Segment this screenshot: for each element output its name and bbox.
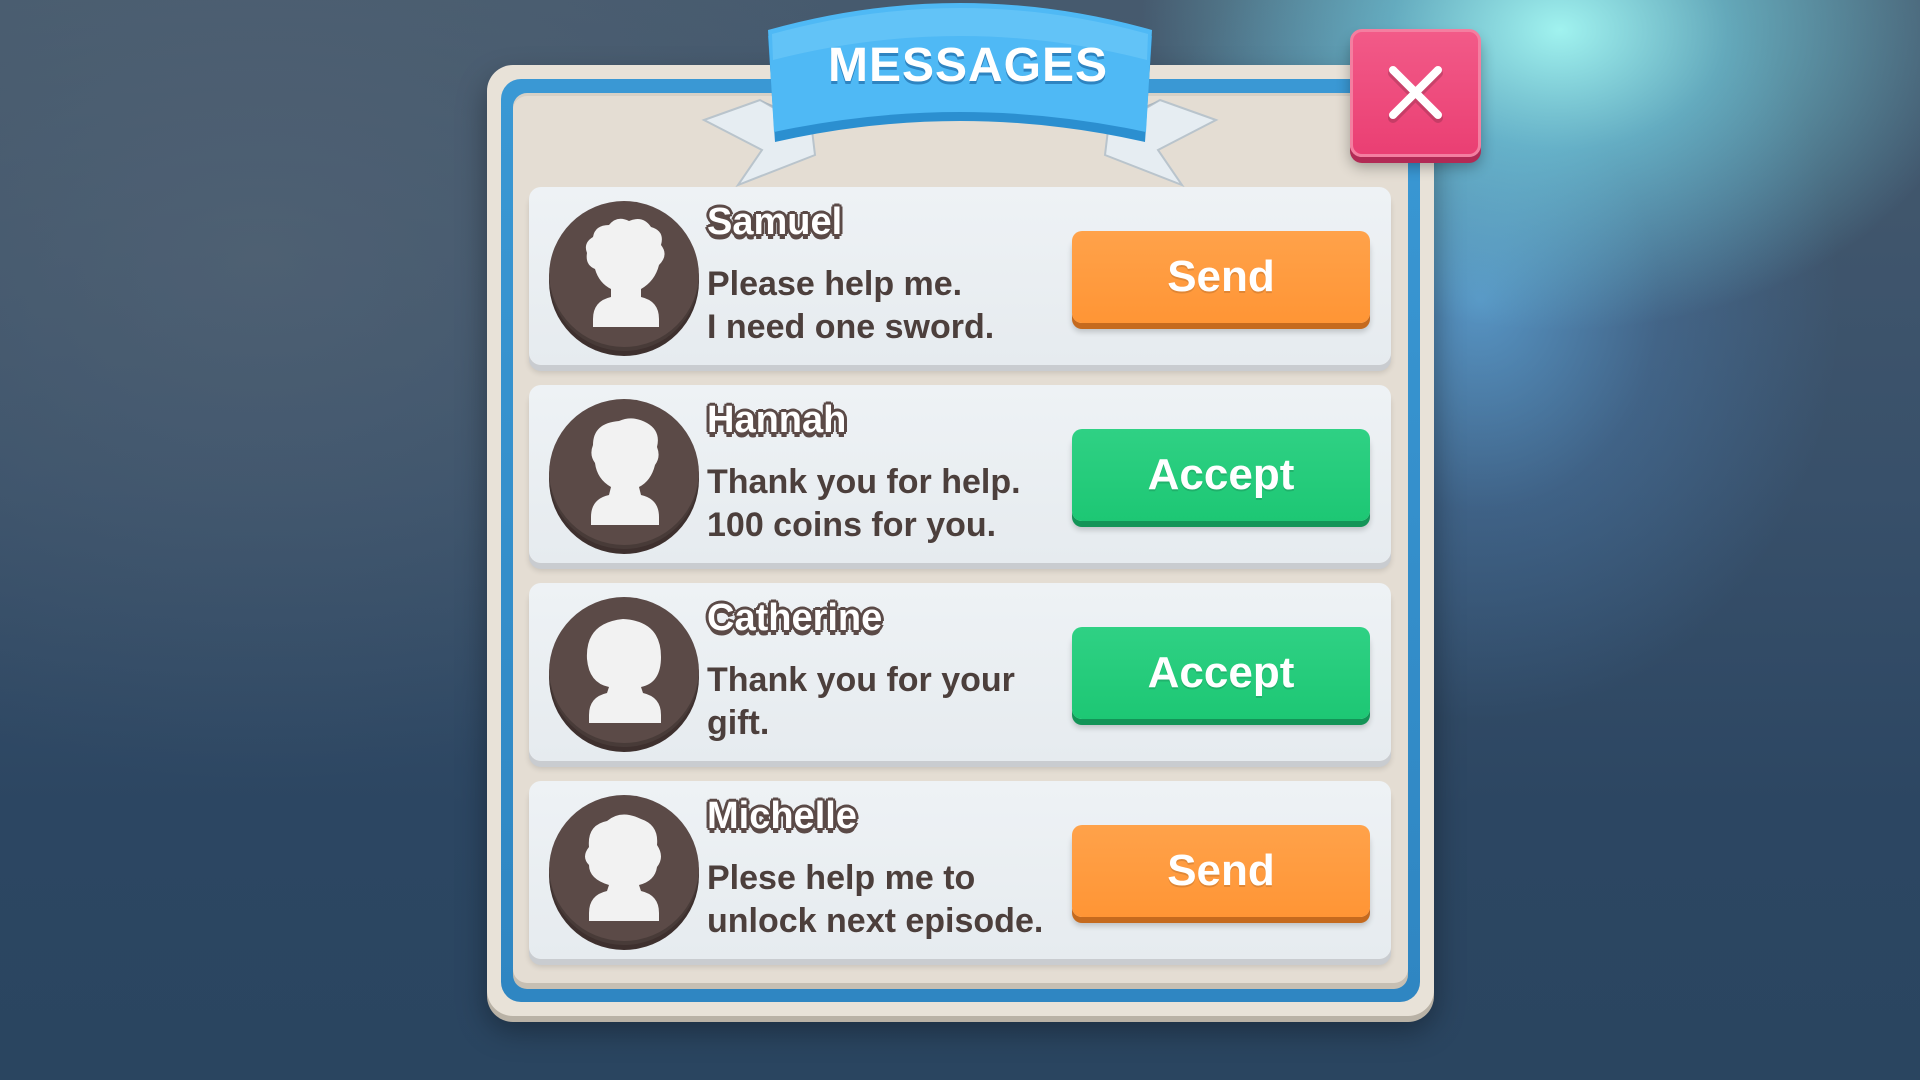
sender-name: Hannah	[707, 399, 847, 441]
title-ribbon: MESSAGES	[690, 0, 1230, 190]
avatar	[549, 399, 699, 549]
send-button[interactable]: Send	[1072, 231, 1370, 323]
message-row: Hannah Thank you for help. 100 coins for…	[529, 385, 1391, 563]
sender-name: Michelle	[707, 795, 857, 837]
message-row: Samuel Please help me. I need one sword.…	[529, 187, 1391, 365]
message-text: Please help me. I need one sword.	[707, 265, 995, 346]
message-list: Samuel Please help me. I need one sword.…	[529, 187, 1391, 979]
sender-name: Catherine	[707, 597, 883, 639]
send-button[interactable]: Send	[1072, 825, 1370, 917]
sender-name: Samuel	[707, 201, 843, 243]
ribbon-banner-icon	[701, 3, 1219, 188]
accept-button[interactable]: Accept	[1072, 627, 1370, 719]
dialog-title: MESSAGES	[827, 39, 1109, 92]
short-hair-avatar-icon	[591, 418, 659, 525]
avatar	[549, 201, 699, 351]
bob-hair-avatar-icon	[586, 619, 661, 723]
message-row: Catherine Thank you for your gift. Accep…	[529, 583, 1391, 761]
close-button[interactable]	[1350, 29, 1481, 157]
message-row: Michelle Plese help me to unlock next ep…	[529, 781, 1391, 959]
message-text: Thank you for your gift.	[707, 661, 1015, 742]
avatar	[549, 597, 699, 747]
message-text: Plese help me to unlock next episode.	[707, 859, 1044, 940]
wavy-hair-avatar-icon	[585, 814, 661, 921]
avatar	[549, 795, 699, 945]
message-text: Thank you for help. 100 coins for you.	[707, 463, 1021, 544]
accept-button[interactable]: Accept	[1072, 429, 1370, 521]
male-curly-hair-avatar-icon	[585, 218, 665, 327]
close-x-icon	[1388, 66, 1443, 123]
